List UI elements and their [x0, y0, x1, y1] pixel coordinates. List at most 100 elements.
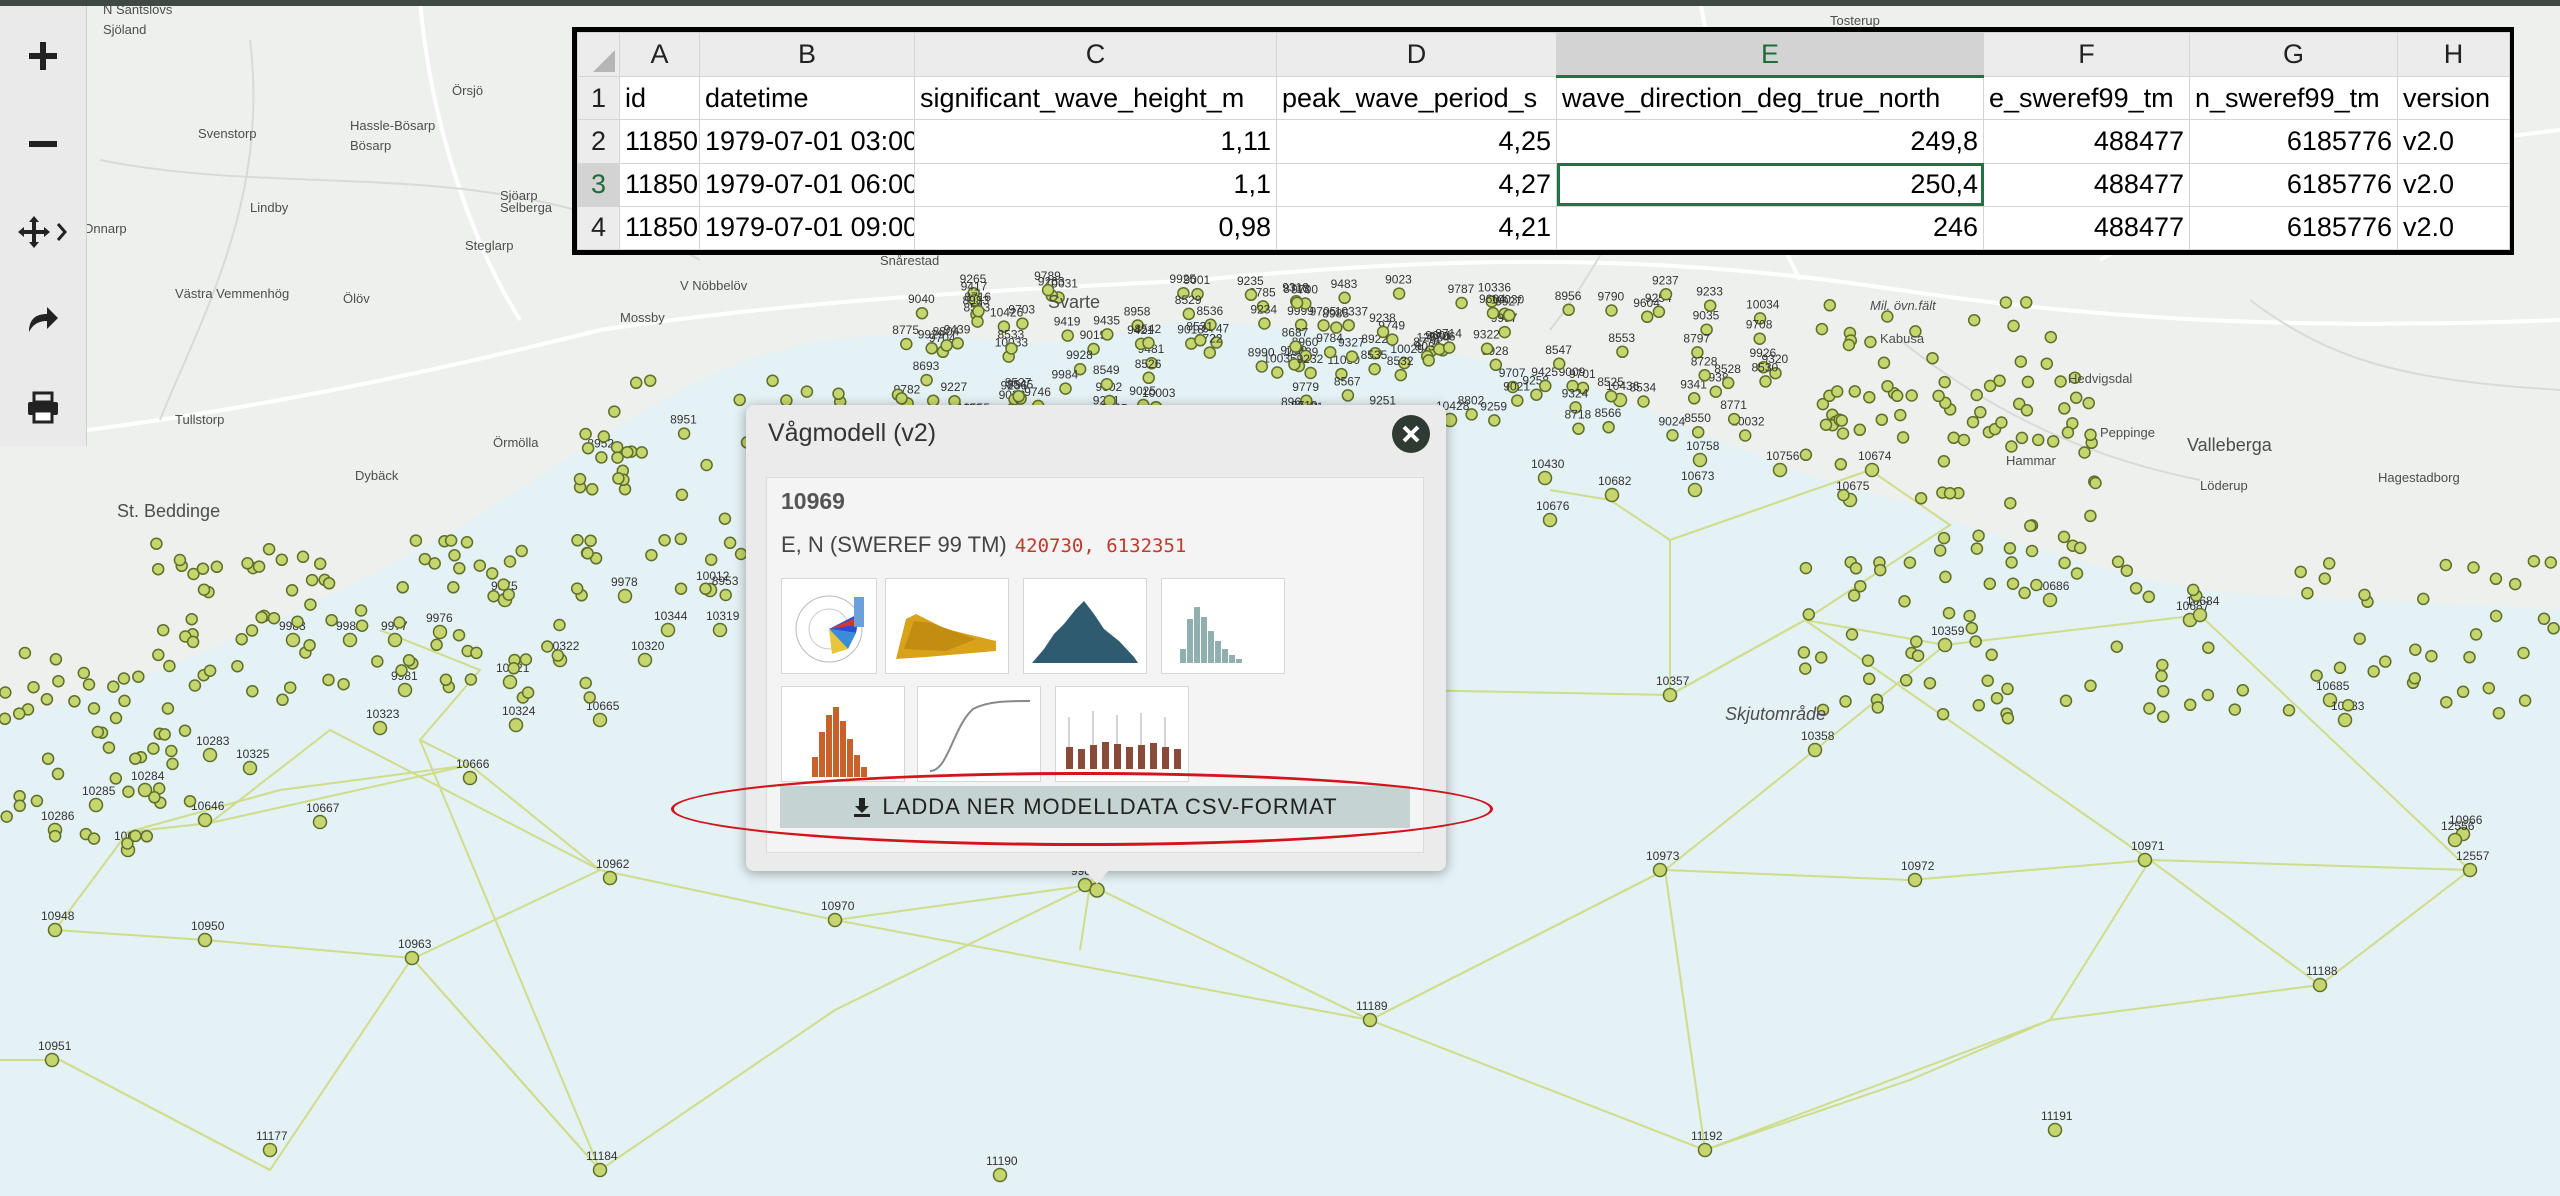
mesh-node-marker[interactable] [2019, 296, 2033, 309]
mesh-node-marker[interactable] [82, 678, 96, 691]
mesh-node-marker[interactable] [637, 652, 653, 668]
mesh-node-marker[interactable] [291, 615, 304, 628]
mesh-node-marker[interactable] [267, 611, 281, 625]
mesh-node-marker[interactable] [2020, 404, 2034, 417]
mesh-node-marker[interactable] [1480, 342, 1494, 355]
mesh-node-marker[interactable] [610, 440, 624, 454]
mesh-node-marker[interactable] [163, 659, 176, 673]
mesh-node-marker[interactable] [242, 760, 258, 776]
col-header-a[interactable]: A [619, 32, 700, 77]
mesh-node-marker[interactable] [166, 757, 179, 771]
mesh-node-marker[interactable] [395, 664, 408, 677]
mesh-node-marker[interactable] [2155, 669, 2168, 683]
mesh-node-marker[interactable] [2111, 555, 2125, 569]
thumbnail-histogram-orange[interactable] [781, 686, 905, 782]
mesh-node-marker[interactable] [305, 573, 319, 587]
mesh-node-marker[interactable] [1342, 319, 1355, 332]
mesh-node-marker[interactable] [608, 405, 621, 418]
mesh-node-marker[interactable] [2527, 554, 2541, 568]
sheet-cell[interactable]: version [2397, 75, 2510, 121]
mesh-node-marker[interactable] [1605, 304, 1618, 317]
mesh-node-marker[interactable] [1341, 389, 1355, 402]
mesh-node-marker[interactable] [1937, 637, 1953, 653]
mesh-node-marker[interactable] [1142, 371, 1155, 385]
mesh-node-marker[interactable] [1687, 482, 1703, 498]
mesh-node-marker[interactable] [1836, 427, 1850, 440]
zoom-in-button[interactable] [0, 16, 86, 96]
mesh-node-marker[interactable] [150, 537, 163, 550]
mesh-node-marker[interactable] [508, 717, 524, 733]
mesh-node-marker[interactable] [2409, 643, 2422, 656]
mesh-node-marker[interactable] [579, 427, 592, 441]
mesh-node-marker[interactable] [404, 950, 420, 966]
mesh-node-marker[interactable] [1937, 455, 1951, 468]
mesh-node-marker[interactable] [1659, 288, 1673, 301]
mesh-node-marker[interactable] [1972, 529, 1985, 543]
mesh-node-marker[interactable] [1985, 648, 1998, 662]
mesh-node-marker[interactable] [148, 791, 161, 804]
mesh-node-marker[interactable] [2353, 632, 2366, 645]
mesh-node-marker[interactable] [972, 304, 985, 318]
mesh-node-marker[interactable] [151, 562, 165, 576]
mesh-node-marker[interactable] [2489, 572, 2503, 586]
mesh-node-marker[interactable] [718, 512, 732, 525]
mesh-node-marker[interactable] [2462, 862, 2478, 878]
mesh-node-marker[interactable] [312, 814, 328, 830]
row-header[interactable]: 4 [577, 205, 620, 251]
sheet-cell[interactable]: 4,27 [1276, 162, 1557, 207]
mesh-node-marker[interactable] [1465, 408, 1478, 421]
mesh-node-marker[interactable] [1386, 333, 1399, 346]
mesh-node-marker[interactable] [2333, 661, 2347, 675]
mesh-node-marker[interactable] [2482, 681, 2496, 695]
sheet-cell[interactable]: datetime [699, 75, 915, 121]
col-header-g[interactable]: G [2189, 32, 2398, 77]
mesh-node-marker[interactable] [396, 581, 409, 594]
mesh-node-marker[interactable] [1721, 376, 1735, 390]
mesh-node-marker[interactable] [1255, 360, 1269, 373]
mesh-node-marker[interactable] [2014, 355, 2028, 368]
mesh-node-marker[interactable] [2070, 567, 2084, 580]
mesh-node-marker[interactable] [2069, 391, 2083, 404]
mesh-node-marker[interactable] [581, 441, 595, 455]
mesh-node-marker[interactable] [2073, 541, 2087, 555]
mesh-node-marker[interactable] [595, 451, 608, 464]
mesh-node-marker[interactable] [2031, 433, 2045, 447]
mesh-node-marker[interactable] [1244, 288, 1258, 302]
mesh-node-marker[interactable] [1881, 380, 1894, 393]
mesh-node-marker[interactable] [283, 681, 297, 694]
mesh-node-marker[interactable] [660, 622, 676, 638]
mesh-node-marker[interactable] [2120, 564, 2134, 577]
mesh-node-marker[interactable] [393, 616, 406, 629]
mesh-node-marker[interactable] [1392, 287, 1406, 300]
sheet-cell[interactable]: 1979-07-01 09:00 [699, 205, 915, 251]
mesh-node-marker[interactable] [147, 742, 160, 755]
mesh-node-marker[interactable] [2024, 519, 2037, 533]
mesh-node-marker[interactable] [1845, 628, 1859, 641]
mesh-node-marker[interactable] [1203, 346, 1217, 359]
sheet-cell[interactable]: v2.0 [2397, 162, 2510, 207]
mesh-node-marker[interactable] [1662, 687, 1678, 703]
sheet-cell[interactable]: id [619, 75, 700, 121]
mesh-node-marker[interactable] [583, 691, 596, 704]
mesh-node-marker[interactable] [541, 640, 554, 653]
mesh-node-marker[interactable] [2439, 558, 2453, 572]
mesh-node-marker[interactable] [109, 772, 123, 785]
mesh-node-marker[interactable] [178, 724, 192, 737]
sheet-cell[interactable]: 488477 [1983, 119, 2190, 164]
mesh-node-marker[interactable] [1552, 357, 1566, 371]
mesh-node-marker[interactable] [2358, 588, 2371, 602]
mesh-node-marker[interactable] [1442, 341, 1456, 354]
mesh-node-marker[interactable] [2156, 684, 2170, 698]
mesh-node-marker[interactable] [140, 830, 154, 843]
mesh-node-marker[interactable] [313, 557, 327, 571]
mesh-node-marker[interactable] [521, 686, 535, 699]
mesh-node-marker[interactable] [1966, 415, 1980, 429]
mesh-node-marker[interactable] [2469, 628, 2483, 641]
mesh-node-marker[interactable] [52, 674, 65, 688]
mesh-node-marker[interactable] [2001, 711, 2015, 725]
mesh-node-marker[interactable] [13, 799, 27, 813]
mesh-node-marker[interactable] [1970, 542, 1984, 555]
sheet-cell[interactable]: 6185776 [2189, 205, 2398, 251]
sheet-cell[interactable]: significant_wave_height_m [914, 75, 1277, 121]
mesh-node-marker[interactable] [485, 567, 499, 580]
